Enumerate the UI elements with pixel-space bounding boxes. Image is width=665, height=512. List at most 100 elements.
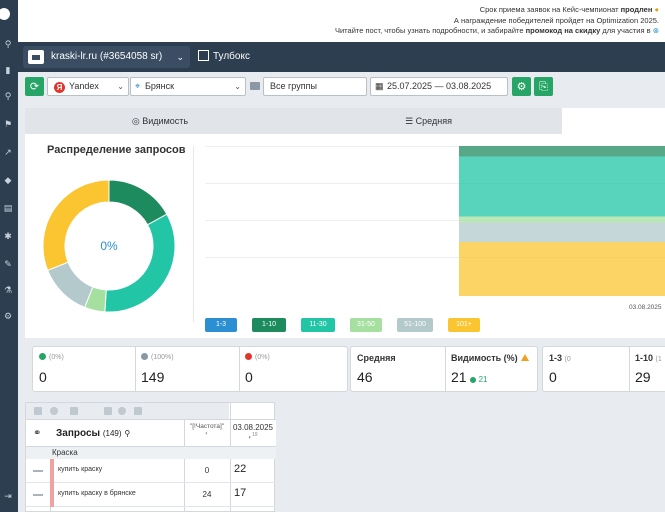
query-position: 17 (234, 487, 247, 499)
announce-line3-post: для участия в (600, 26, 651, 35)
header-freq-label: "[!Частота]" (189, 423, 225, 430)
nav-icon-10[interactable]: ⚗ (2, 286, 14, 296)
legend-chip-101+[interactable]: 101+ (448, 318, 480, 332)
project-selector[interactable]: kraski-lr.ru (#3654058 sr) ⌄ (23, 46, 190, 68)
group-row[interactable]: Краска (26, 447, 276, 459)
sort-icon[interactable] (34, 407, 42, 415)
link-icon[interactable] (70, 407, 78, 415)
nav-icon-3[interactable]: ⚲ (2, 92, 14, 102)
location-pin-icon: ⌖ (135, 81, 141, 91)
stat-down-cap: (0%) (255, 354, 270, 361)
stat-down-value: 0 (245, 369, 253, 385)
stat-top3-cap: 1-3 (549, 353, 563, 363)
stat-same[interactable]: (100%) 149 (135, 347, 239, 391)
distribution-card: Распределение запросов 0% 03.08.2025 1-3… (25, 134, 665, 338)
tab-visibility-label: Видимость (142, 116, 189, 126)
stat-up[interactable]: (0%) 0 (33, 347, 135, 391)
nav-icon-7[interactable]: ▤ (2, 204, 14, 214)
stat-top10[interactable]: 1-10 (1 29 (629, 347, 665, 391)
stat-visibility[interactable]: Видимость (%) 21 21 (445, 347, 539, 391)
cube-icon (198, 50, 209, 61)
table-row[interactable]: купить краску 0 22 (26, 459, 276, 483)
stat-top3-cap2: (0 (564, 356, 571, 363)
up-icon (39, 353, 46, 360)
donut-chart: 0% (39, 176, 179, 316)
movement-stats: (0%) 0 (100%) 149 (0%) 0 (32, 346, 348, 392)
freq-icon: ◐ (205, 430, 209, 437)
legend-chip-1-3[interactable]: 1-3 (205, 318, 237, 332)
header-frequency[interactable]: "[!Частота]" ◐ (184, 423, 230, 437)
list-icon: ☰ (405, 116, 414, 126)
export-button[interactable]: ⎘ (534, 77, 553, 96)
engine-value: Yandex (69, 81, 99, 91)
nav-icon-5[interactable]: ↗ (2, 148, 14, 158)
tab-average[interactable]: ☰ Средняя (295, 108, 562, 134)
region-select[interactable]: ⌖ Брянск ⌄ (130, 77, 246, 96)
nav-logout-icon[interactable]: ⇥ (2, 492, 14, 502)
area-band-1-10[interactable] (459, 146, 665, 157)
table-toolbar (26, 403, 229, 419)
grid-icon[interactable] (104, 407, 112, 415)
down-icon (245, 353, 252, 360)
area-band-51-100[interactable] (459, 222, 665, 243)
nav-icon-4[interactable]: ⚑ (2, 120, 14, 130)
query-text: купить краску в брянске (58, 490, 136, 497)
tab-visibility[interactable]: ◎ Видимость (25, 108, 295, 134)
nav-chart-icon[interactable]: ▮ (2, 66, 14, 76)
promo-link[interactable]: промокод на скидку (526, 26, 601, 35)
nav-icon-8[interactable]: ✱ (2, 232, 14, 242)
nav-icon-1[interactable]: ⚲ (2, 40, 14, 50)
stat-top3[interactable]: 1-3 (0 0 (543, 347, 629, 391)
announce-line2: А награждение победителей пройдет на Opt… (453, 15, 659, 25)
query-text: купить краску (58, 466, 103, 473)
area-band-31-50[interactable] (459, 216, 665, 223)
search-icon[interactable]: ⚲ (124, 429, 130, 438)
yandex-icon: Я (54, 82, 65, 93)
medal-icon: ● (654, 5, 659, 14)
project-name: kraski-lr.ru (#3654058 sr) (51, 51, 163, 62)
stat-top3-value: 0 (549, 369, 557, 385)
date-range-picker[interactable]: ▦ 25.07.2025 — 03.08.2025 (370, 77, 508, 96)
chevron-down-icon: ⌄ (234, 82, 241, 91)
header-date[interactable]: 03.08.2025 ◐19 (230, 423, 276, 441)
stat-down[interactable]: (0%) 0 (239, 347, 349, 391)
x-tick-label: 03.08.2025 (629, 304, 662, 311)
image-icon[interactable] (134, 407, 142, 415)
nav-icon-9[interactable]: ✎ (2, 260, 14, 270)
calendar-icon: ▦ (375, 81, 384, 91)
contrast-icon[interactable] (118, 407, 126, 415)
area-band-101+[interactable] (459, 242, 665, 296)
header-queries[interactable]: Запросы (56, 428, 100, 439)
nav-icon-6[interactable]: ◆ (2, 176, 14, 186)
date-range-value: 25.07.2025 — 03.08.2025 (387, 81, 492, 91)
area-band-11-30[interactable] (459, 156, 665, 217)
stat-average[interactable]: Средняя 46 (351, 347, 445, 391)
legend-chip-31-50[interactable]: 31-50 (350, 318, 382, 332)
chart-tabs: ◎ Видимость ☰ Средняя (25, 108, 665, 134)
legend-chip-51-100[interactable]: 51-100 (397, 318, 433, 332)
settings-button[interactable]: ⚙ (512, 77, 531, 96)
tab-active-blank[interactable] (562, 108, 665, 134)
toolbox-label: Тулбокс (213, 51, 250, 62)
nav-gear-icon[interactable]: ⚙ (2, 312, 14, 322)
query-freq: 24 (202, 490, 212, 499)
close-icon[interactable]: ⊗ (653, 26, 659, 35)
table-row[interactable]: купить краску в брянске 24 17 (26, 483, 276, 507)
announce-line3: Читайте пост, чтобы узнать подробности, … (334, 26, 526, 35)
link-icon[interactable]: ⚭ (33, 428, 41, 439)
app-logo[interactable] (0, 4, 14, 24)
engine-select[interactable]: Я Yandex ⌄ (47, 77, 129, 96)
toolbox-button[interactable]: Тулбокс (198, 46, 250, 68)
area-chart (205, 146, 665, 296)
refresh-button[interactable]: ⟳ (25, 77, 44, 96)
announce-text: Срок приема заявок на Кейс-чемпионат (479, 5, 621, 14)
stat-same-value: 149 (141, 369, 165, 385)
groups-input[interactable]: Все группы (263, 77, 367, 96)
legend-chip-11-30[interactable]: 11-30 (301, 318, 335, 332)
export-icon: ⎘ (539, 80, 548, 93)
toggle-icon[interactable] (50, 407, 58, 415)
legend-chip-1-10[interactable]: 1-10 (252, 318, 286, 332)
announce-bold: продлен (620, 5, 653, 14)
top-stats: 1-3 (0 0 1-10 (1 29 (542, 346, 665, 392)
dash-icon (33, 494, 43, 496)
